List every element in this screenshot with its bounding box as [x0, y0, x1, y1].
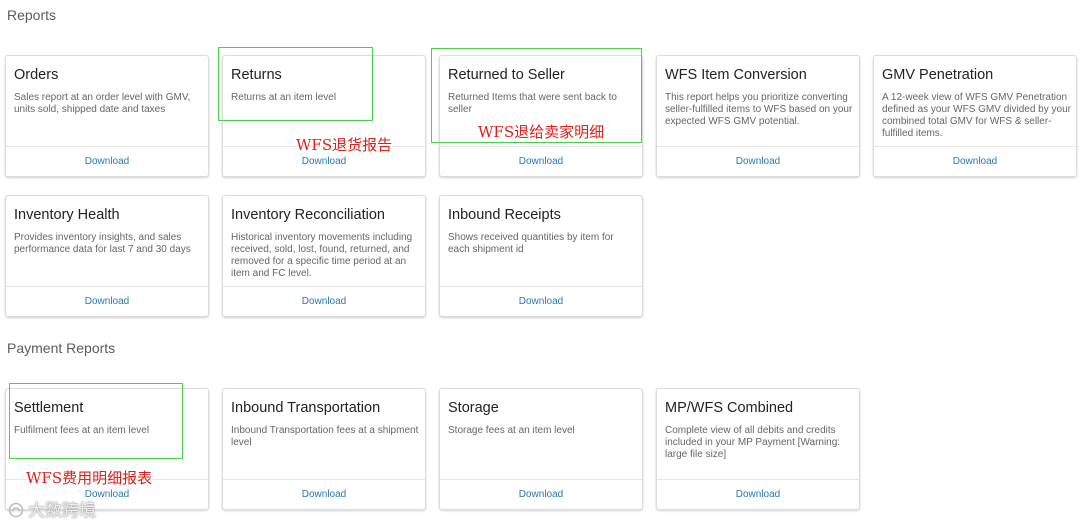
download-orders-button[interactable]: Download	[85, 156, 129, 167]
report-card-returns: Returns Returns at an item level Downloa…	[222, 55, 426, 177]
card-title: Storage	[448, 400, 499, 416]
card-title: Inventory Health	[14, 207, 120, 223]
card-footer: Download	[6, 286, 208, 316]
download-storage-button[interactable]: Download	[519, 489, 563, 500]
card-description: Returns at an item level	[231, 92, 337, 103]
card-title: Inventory Reconciliation	[231, 207, 385, 223]
report-card-gmv-penetration: GMV Penetration A 12-week view of WFS GM…	[873, 55, 1077, 177]
card-footer: Download	[657, 146, 859, 176]
card-description: Provides inventory insights, and sales p…	[14, 232, 191, 255]
report-card-inbound-receipts: Inbound Receipts Shows received quantiti…	[439, 195, 643, 317]
watermark: 大数跨境	[8, 496, 96, 521]
card-title: Inbound Transportation	[231, 400, 381, 416]
card-title: WFS Item Conversion	[665, 67, 807, 83]
download-inventory-health-button[interactable]: Download	[85, 296, 129, 307]
card-description: Storage fees at an item level	[448, 425, 575, 436]
download-wfs-item-conversion-button[interactable]: Download	[736, 156, 780, 167]
watermark-logo-icon	[8, 502, 24, 518]
card-title: Returned to Seller	[448, 67, 565, 83]
card-title: Inbound Receipts	[448, 207, 561, 223]
section-title-payment-reports: Payment Reports	[7, 340, 116, 356]
report-card-mp-wfs-combined: MP/WFS Combined Complete view of all deb…	[656, 388, 860, 510]
card-description: Fulfilment fees at an item level	[14, 425, 150, 436]
card-description: This report helps you prioritize convert…	[665, 92, 853, 127]
report-card-wfs-item-conversion: WFS Item Conversion This report helps yo…	[656, 55, 860, 177]
card-footer: Download	[440, 286, 642, 316]
annotation-settlement: WFS费用明细报表	[26, 469, 153, 487]
section-title-reports: Reports	[7, 7, 57, 23]
card-title: Settlement	[14, 400, 84, 416]
card-description: Shows received quantities by item for ea…	[448, 232, 614, 255]
card-footer: Download	[440, 146, 642, 176]
download-inbound-transportation-button[interactable]: Download	[302, 489, 346, 500]
card-footer: Download	[223, 286, 425, 316]
card-footer: Download	[440, 479, 642, 509]
card-description: Complete view of all debits and credits …	[665, 425, 841, 460]
card-description: Historical inventory movements including…	[231, 232, 413, 279]
download-mp-wfs-combined-button[interactable]: Download	[736, 489, 780, 500]
card-description: Returned Items that were sent back to se…	[448, 92, 617, 115]
report-card-settlement: Settlement Fulfilment fees at an item le…	[5, 388, 209, 510]
card-description: Inbound Transportation fees at a shipmen…	[231, 425, 419, 448]
annotation-returned-to-seller: WFS退给卖家明细	[478, 123, 605, 141]
watermark-text: 大数跨境	[28, 501, 96, 521]
annotation-returns: WFS退货报告	[296, 136, 393, 154]
report-card-inventory-reconciliation: Inventory Reconciliation Historical inve…	[222, 195, 426, 317]
download-gmv-penetration-button[interactable]: Download	[953, 156, 997, 167]
card-footer: Download	[6, 146, 208, 176]
card-description: Sales report at an order level with GMV,…	[14, 92, 191, 115]
report-card-returned-to-seller: Returned to Seller Returned Items that w…	[439, 55, 643, 177]
card-title: GMV Penetration	[882, 67, 994, 83]
card-footer: Download	[223, 479, 425, 509]
card-title: MP/WFS Combined	[665, 400, 794, 416]
download-inbound-receipts-button[interactable]: Download	[519, 296, 563, 307]
report-card-inventory-health: Inventory Health Provides inventory insi…	[5, 195, 209, 317]
download-returns-button[interactable]: Download	[302, 156, 346, 167]
download-inventory-reconciliation-button[interactable]: Download	[302, 296, 346, 307]
report-card-orders: Orders Sales report at an order level wi…	[5, 55, 209, 177]
card-description: A 12-week view of WFS GMV Penetration de…	[882, 92, 1071, 139]
card-footer: Download	[657, 479, 859, 509]
card-title: Returns	[231, 67, 282, 83]
report-card-storage: Storage Storage fees at an item level Do…	[439, 388, 643, 510]
report-card-inbound-transportation: Inbound Transportation Inbound Transport…	[222, 388, 426, 510]
card-footer: Download	[874, 146, 1076, 176]
download-returned-to-seller-button[interactable]: Download	[519, 156, 563, 167]
card-title: Orders	[14, 67, 59, 83]
